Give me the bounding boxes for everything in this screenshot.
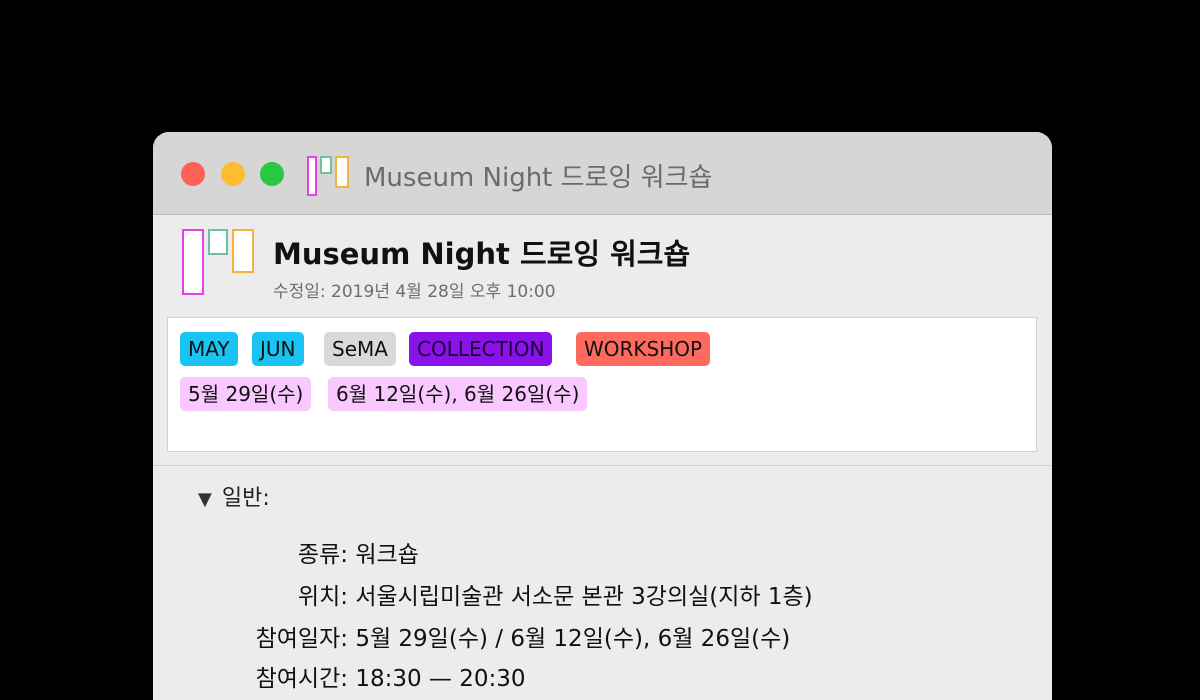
tag-sema[interactable]: SeMA (324, 332, 396, 366)
tag-collection[interactable]: COLLECTION (409, 332, 553, 366)
property-value: 워크숍 (355, 542, 419, 568)
disclosure-triangle-icon[interactable]: ▼ (198, 489, 212, 510)
zoom-button[interactable] (260, 162, 284, 186)
property-label: 참여일자: (255, 626, 348, 652)
window-title: Museum Night 드로잉 워크숍 (364, 163, 713, 193)
tag-may[interactable]: MAY (180, 332, 238, 366)
minimize-button[interactable] (221, 162, 245, 186)
section-divider (153, 465, 1052, 466)
modified-date: 수정일: 2019년 4월 28일 오후 10:00 (273, 282, 556, 302)
property-value: 18:30 — 20:30 (355, 666, 526, 692)
general-heading: 일반: (221, 486, 270, 511)
title-bar[interactable]: Museum Night 드로잉 워크숍 (153, 132, 1052, 215)
property-label: 위치: (297, 584, 348, 610)
property-value: 5월 29일(수) / 6월 12일(수), 6월 26일(수) (355, 626, 791, 652)
file-logo-icon (182, 229, 254, 299)
tag-workshop[interactable]: WORKSHOP (576, 332, 711, 366)
property-label: 참여시간: (255, 666, 348, 692)
info-header: Museum Night 드로잉 워크숍 수정일: 2019년 4월 28일 오… (153, 215, 1052, 315)
general-section-toggle[interactable]: ▼ 일반: (198, 480, 270, 512)
document-logo-icon (307, 154, 353, 196)
property-value: 서울시립미술관 서소문 본관 3강의실(지하 1층) (355, 584, 813, 610)
tags-field[interactable]: MAY JUN SeMA COLLECTION WORKSHOP 5월 29일(… (167, 317, 1037, 452)
property-row-time: 참여시간: 18:30 — 20:30 (153, 659, 526, 693)
close-button[interactable] (181, 162, 205, 186)
document-title: Museum Night 드로잉 워크숍 (273, 237, 691, 271)
property-label: 종류: (297, 542, 348, 568)
property-row-dates: 참여일자: 5월 29일(수) / 6월 12일(수), 6월 26일(수) (153, 619, 791, 653)
tag-date-june[interactable]: 6월 12일(수), 6월 26일(수) (328, 377, 588, 411)
tag-jun[interactable]: JUN (252, 332, 304, 366)
property-row-location: 위치: 서울시립미술관 서소문 본관 3강의실(지하 1층) (153, 577, 813, 611)
tag-date-may[interactable]: 5월 29일(수) (180, 377, 312, 411)
property-row-kind: 종류: 워크숍 (153, 535, 419, 569)
info-window: Museum Night 드로잉 워크숍 Museum Night 드로잉 워크… (153, 132, 1052, 700)
